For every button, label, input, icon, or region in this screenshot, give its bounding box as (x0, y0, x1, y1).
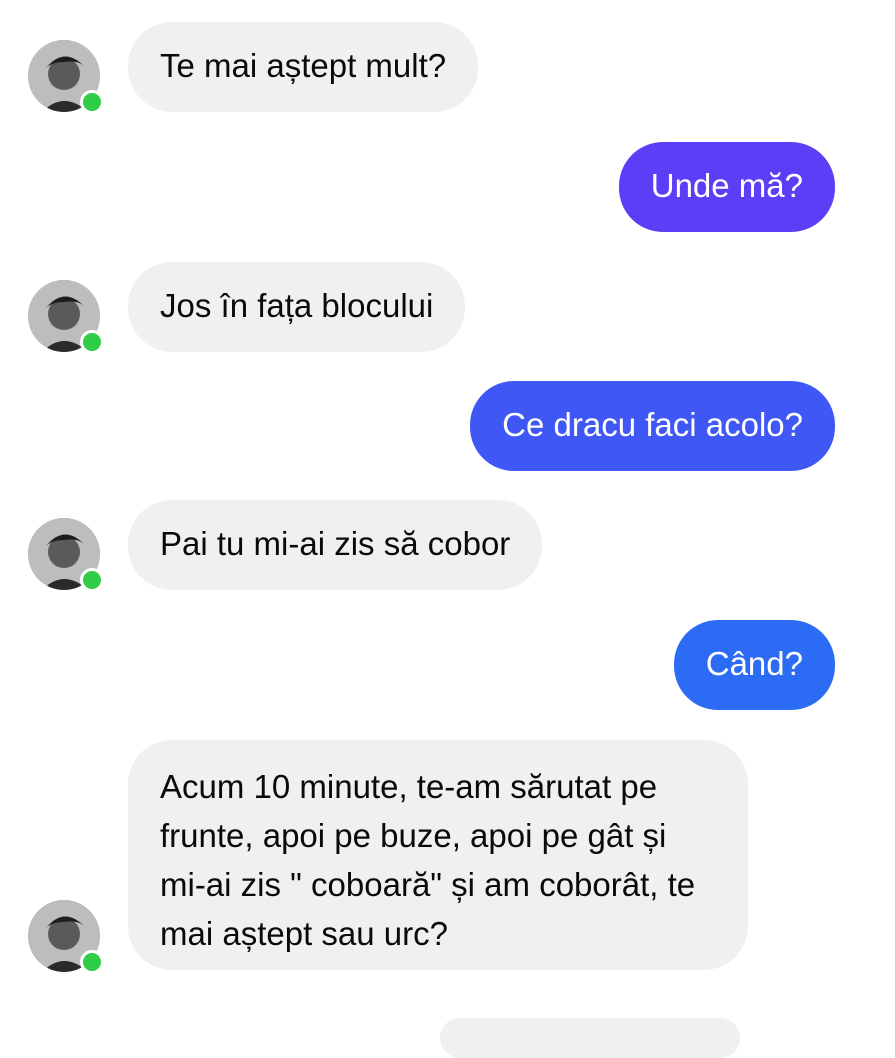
contact-avatar[interactable] (28, 40, 104, 114)
online-status-dot (80, 950, 104, 974)
outgoing-message-bubble[interactable]: Ce dracu faci acolo? (470, 381, 835, 471)
message-row: Unde mă? (0, 142, 895, 232)
online-status-dot (80, 330, 104, 354)
message-row: Când? (0, 620, 895, 710)
message-row: Pai tu mi-ai zis să cobor (0, 500, 895, 592)
contact-avatar[interactable] (28, 900, 104, 974)
outgoing-message-bubble-partial[interactable] (440, 1018, 740, 1058)
message-row: Te mai aștept mult? (0, 22, 895, 114)
incoming-message-bubble[interactable]: Acum 10 minute, te-am sărutat pe frunte,… (128, 740, 748, 970)
outgoing-message-bubble[interactable]: Când? (673, 620, 835, 710)
online-status-dot (80, 568, 104, 592)
contact-avatar[interactable] (28, 280, 104, 354)
incoming-message-bubble[interactable]: Jos în fața blocului (128, 262, 466, 352)
incoming-message-bubble[interactable]: Pai tu mi-ai zis să cobor (128, 500, 543, 590)
online-status-dot (80, 90, 104, 114)
message-row: Jos în fața blocului (0, 262, 895, 354)
incoming-message-bubble[interactable]: Te mai aștept mult? (128, 22, 479, 112)
contact-avatar[interactable] (28, 518, 104, 592)
message-row: Ce dracu faci acolo? (0, 381, 895, 471)
outgoing-message-bubble[interactable]: Unde mă? (618, 142, 835, 232)
message-row: Acum 10 minute, te-am sărutat pe frunte,… (0, 740, 895, 975)
